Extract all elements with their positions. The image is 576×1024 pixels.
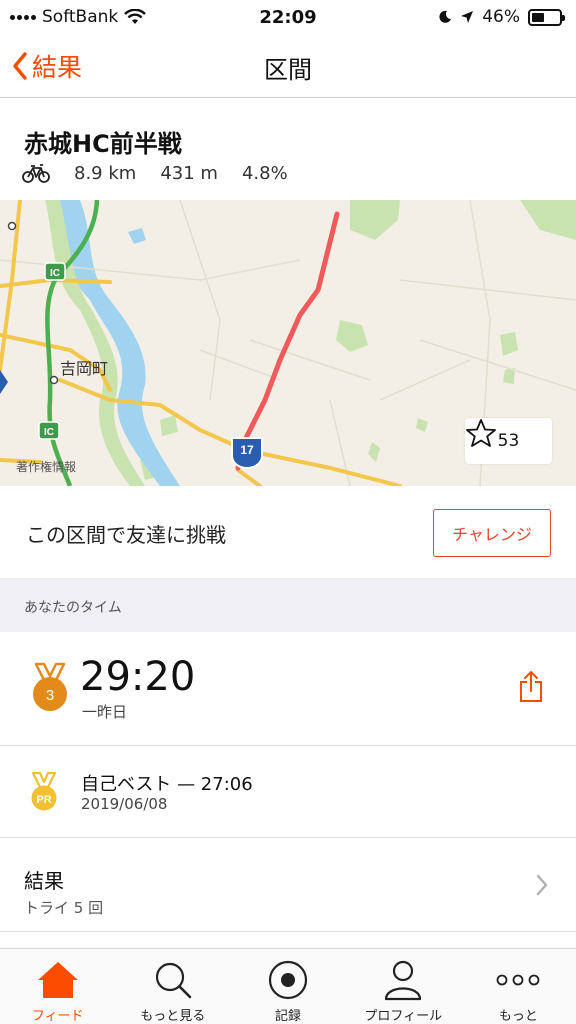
challenge-row: この区間で友達に挑戦 チャレンジ: [0, 486, 576, 578]
bronze-medal-icon: 3: [33, 662, 67, 711]
map-ic-label: IC: [50, 268, 60, 279]
route-shield-icon: 17: [231, 437, 263, 469]
segment-name: 赤城HC前半戦: [24, 130, 182, 158]
personal-best-row[interactable]: PR 自己ベスト — 27:06 2019/06/08: [0, 746, 576, 838]
wifi-icon: [124, 9, 147, 24]
map-park-area: [416, 418, 428, 432]
battery-percent: 46%: [482, 7, 520, 27]
tab-label: もっと見る: [140, 1009, 206, 1024]
moon-icon: [439, 10, 452, 23]
segment-stats: 8.9 km 431 m 4.8%: [22, 162, 288, 184]
tab-record[interactable]: 記録: [230, 949, 345, 1024]
tab-label: もっと: [498, 1009, 538, 1024]
results-attempts: トライ 5 回: [24, 899, 104, 917]
battery-icon: [528, 8, 565, 26]
map-park-area: [500, 332, 518, 356]
map-pond: [128, 228, 146, 244]
pr-medal-icon: PR: [31, 772, 57, 811]
segment-elevation: 431 m: [160, 162, 218, 184]
map-ic-marker: IC: [44, 262, 66, 281]
chevron-right-icon: [536, 874, 548, 896]
map-park-area: [520, 200, 576, 240]
tab-label: 記録: [275, 1009, 302, 1024]
battery-fill: [532, 12, 544, 22]
location-arrow-icon: [461, 11, 474, 23]
map-town-dot: [49, 375, 59, 385]
home-icon: [37, 962, 78, 998]
map-ic-marker: IC: [38, 421, 60, 440]
section-title: あなたのタイム: [24, 600, 122, 616]
results-title: 結果: [24, 869, 64, 893]
bike-icon: [22, 164, 50, 183]
pr-badge-label: PR: [36, 794, 51, 806]
results-row[interactable]: 結果 トライ 5 回: [0, 838, 576, 932]
your-time-date: 一昨日: [82, 703, 128, 721]
map-town-label: 吉岡町: [60, 359, 108, 378]
tab-label: プロフィール: [364, 1009, 443, 1024]
map-park-area: [336, 320, 368, 352]
more-icon: [497, 974, 540, 986]
signal-icon: [10, 14, 36, 20]
challenge-text: この区間で友達に挑戦: [26, 523, 226, 547]
tab-label: フィード: [31, 1009, 84, 1024]
search-icon: [155, 962, 192, 999]
route-number: 17: [240, 443, 254, 457]
share-icon[interactable]: [518, 670, 544, 704]
medal-rank: 3: [46, 687, 54, 704]
your-time-value: 29:20: [80, 654, 196, 700]
status-right: 46%: [438, 7, 565, 27]
map-park-area: [368, 442, 380, 462]
status-left: SoftBank: [10, 7, 147, 27]
map-credit[interactable]: 著作権情報: [16, 458, 76, 475]
section-header: あなたのタイム: [0, 578, 576, 632]
segment-grade: 4.8%: [241, 162, 288, 184]
nav-bar: 結果 区間: [0, 34, 576, 98]
map-park-area: [160, 415, 178, 436]
star-count: 53: [497, 431, 520, 451]
map-park-area: [350, 200, 400, 240]
status-bar: SoftBank 22:09 46%: [0, 0, 576, 34]
carrier-label: SoftBank: [42, 7, 119, 27]
personal-best-date: 2019/06/08: [81, 795, 168, 813]
map-town-dot: [7, 221, 17, 231]
page-title: 区間: [264, 56, 312, 84]
profile-icon: [385, 960, 422, 1001]
segment-map[interactable]: IC IC 17 吉岡町 著作権情報 53: [0, 200, 576, 486]
tab-bar: フィード もっと見る 記録 プロフィール もっと: [0, 948, 576, 1024]
tab-feed[interactable]: フィード: [0, 949, 115, 1024]
record-icon: [268, 960, 308, 1000]
map-edge-marker: [0, 370, 8, 394]
personal-best-label: 自己ベスト — 27:06: [81, 774, 253, 795]
your-time-row[interactable]: 3 29:20 一昨日: [0, 632, 576, 746]
star-button[interactable]: 53: [465, 418, 552, 464]
tab-profile[interactable]: プロフィール: [346, 949, 461, 1024]
segment-distance: 8.9 km: [74, 162, 137, 184]
map-ic-label: IC: [44, 427, 54, 438]
tab-more[interactable]: もっと: [461, 949, 576, 1024]
star-icon: [466, 419, 496, 447]
tab-explore[interactable]: もっと見る: [115, 949, 230, 1024]
challenge-button[interactable]: チャレンジ: [433, 509, 551, 557]
